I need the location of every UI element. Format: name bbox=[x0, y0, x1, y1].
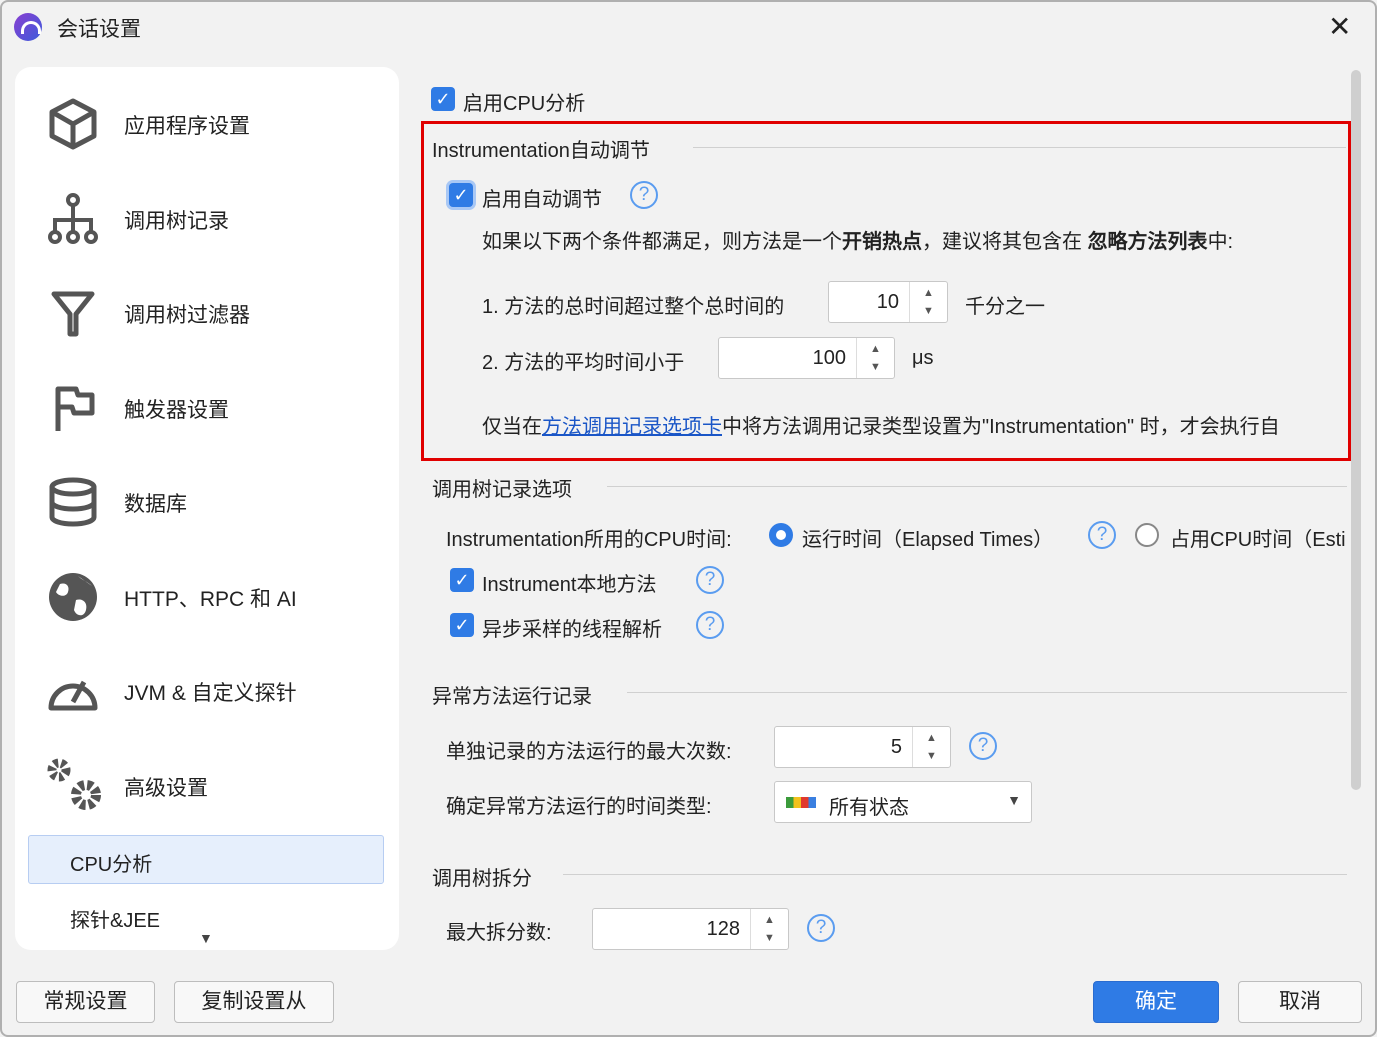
help-icon[interactable]: ? bbox=[696, 566, 724, 594]
condition-1-spinner[interactable]: 10 ▲ ▼ bbox=[828, 281, 948, 323]
sidebar-item-http-rpc-ai[interactable]: HTTP、RPC 和 AI bbox=[30, 556, 390, 636]
spinner-value: 10 bbox=[876, 291, 899, 313]
max-runs-spinner[interactable]: 5 ▲ ▼ bbox=[774, 726, 951, 768]
sidebar-subitem-label: CPU分析 bbox=[70, 854, 153, 876]
cube-icon bbox=[49, 98, 97, 150]
section-exception-methods: 异常方法运行记录 bbox=[432, 686, 592, 708]
help-icon[interactable]: ? bbox=[630, 181, 658, 209]
sidebar-item-jvm-probes[interactable]: JVM & 自定义探针 bbox=[30, 650, 390, 730]
section-auto-tuning: Instrumentation自动调节 bbox=[432, 140, 650, 162]
sidebar-item-advanced[interactable]: 高级设置 bbox=[30, 745, 390, 825]
sidebar-item-app-settings[interactable]: 应用程序设置 bbox=[30, 83, 390, 163]
sidebar-item-label: 调用树过滤器 bbox=[124, 304, 250, 327]
condition-2-label: 2. 方法的平均时间小于 bbox=[482, 352, 685, 374]
database-icon bbox=[49, 477, 97, 527]
divider bbox=[627, 692, 1347, 693]
time-type-label: 确定异常方法运行的时间类型: bbox=[446, 796, 712, 818]
max-splits-label: 最大拆分数: bbox=[446, 922, 552, 944]
cpu-time-radio-label: 占用CPU时间（Esti bbox=[1170, 529, 1346, 551]
max-runs-label: 单独记录的方法运行的最大次数: bbox=[446, 741, 732, 763]
spinner-value: 128 bbox=[706, 918, 740, 940]
close-icon[interactable]: ✕ bbox=[1328, 10, 1351, 43]
window-title: 会话设置 bbox=[57, 18, 141, 41]
desc-bold: 忽略方法列表 bbox=[1087, 231, 1208, 253]
max-splits-spinner[interactable]: 128 ▲ ▼ bbox=[592, 908, 789, 950]
filter-icon bbox=[51, 291, 95, 337]
spinner-arrows-icon[interactable]: ▲ ▼ bbox=[856, 338, 894, 378]
instrument-native-label: Instrument本地方法 bbox=[482, 574, 657, 596]
spinner-value: 5 bbox=[890, 736, 902, 758]
method-call-recording-link[interactable]: 方法调用记录选项卡 bbox=[542, 416, 722, 438]
section-call-tree-splitting: 调用树拆分 bbox=[432, 868, 532, 890]
sidebar-item-label: 数据库 bbox=[124, 493, 187, 516]
enable-auto-tuning-label: 启用自动调节 bbox=[482, 189, 602, 211]
sidebar-item-call-tree-recording[interactable]: 调用树记录 bbox=[30, 178, 390, 258]
sidebar-item-label: 高级设置 bbox=[124, 777, 208, 800]
async-sampling-checkbox[interactable]: ✓ bbox=[450, 613, 474, 637]
spinner-arrows-icon[interactable]: ▲ ▼ bbox=[750, 909, 788, 949]
condition-1-label: 1. 方法的总时间超过整个总时间的 bbox=[482, 296, 785, 318]
spinner-arrows-icon[interactable]: ▲ ▼ bbox=[909, 282, 947, 322]
instrument-native-checkbox[interactable]: ✓ bbox=[450, 568, 474, 592]
section-call-tree-options: 调用树记录选项 bbox=[432, 479, 572, 501]
desc-bold: 开销热点 bbox=[842, 231, 922, 253]
time-type-dropdown[interactable]: 所有状态 ▼ bbox=[774, 781, 1032, 823]
flag-icon bbox=[55, 386, 95, 431]
help-icon[interactable]: ? bbox=[696, 611, 724, 639]
auto-tuning-note: 仅当在方法调用记录选项卡中将方法调用记录类型设置为"Instrumentatio… bbox=[482, 410, 1346, 439]
enable-cpu-checkbox[interactable]: ✓ bbox=[431, 87, 455, 111]
sidebar-item-triggers[interactable]: 触发器设置 bbox=[30, 367, 390, 447]
app-logo-icon bbox=[14, 13, 42, 41]
status-colors-icon bbox=[786, 797, 816, 808]
copy-settings-button[interactable]: 复制设置从 bbox=[174, 981, 334, 1023]
desc-text: ，建议将其包含在 bbox=[922, 231, 1088, 253]
dropdown-value: 所有状态 bbox=[829, 797, 909, 819]
elapsed-times-label: 运行时间（Elapsed Times） bbox=[802, 529, 1054, 551]
sidebar-item-call-tree-filters[interactable]: 调用树过滤器 bbox=[30, 272, 390, 352]
spinner-value: 100 bbox=[812, 347, 846, 369]
elapsed-times-radio[interactable] bbox=[769, 523, 793, 547]
sidebar-item-label: HTTP、RPC 和 AI bbox=[124, 588, 297, 611]
help-icon[interactable]: ? bbox=[969, 732, 997, 760]
general-settings-button[interactable]: 常规设置 bbox=[16, 981, 155, 1023]
auto-tuning-description: 如果以下两个条件都满足，则方法是一个开销热点，建议将其包含在 忽略方法列表中: bbox=[482, 225, 1233, 254]
cancel-button[interactable]: 取消 bbox=[1238, 981, 1362, 1023]
tree-icon bbox=[48, 193, 98, 244]
sidebar-item-label: 触发器设置 bbox=[124, 399, 229, 422]
sidebar-item-label: JVM & 自定义探针 bbox=[124, 682, 297, 705]
cpu-time-radio[interactable] bbox=[1135, 523, 1159, 547]
divider bbox=[607, 486, 1347, 487]
desc-text: 中: bbox=[1207, 231, 1234, 253]
condition-2-spinner[interactable]: 100 ▲ ▼ bbox=[718, 337, 895, 379]
gauge-icon bbox=[48, 680, 98, 711]
spinner-arrows-icon[interactable]: ▲ ▼ bbox=[912, 727, 950, 767]
condition-2-unit: μs bbox=[912, 347, 934, 369]
desc-text: 如果以下两个条件都满足，则方法是一个 bbox=[482, 231, 842, 253]
vertical-scrollbar[interactable] bbox=[1351, 70, 1361, 790]
sidebar-item-label: 应用程序设置 bbox=[124, 115, 250, 138]
sidebar-item-label: 调用树记录 bbox=[124, 210, 229, 233]
chevron-down-icon: ▼ bbox=[1007, 792, 1021, 808]
divider bbox=[693, 147, 1346, 148]
scroll-down-icon[interactable]: ▼ bbox=[199, 930, 213, 946]
cpu-time-label: Instrumentation所用的CPU时间: bbox=[446, 529, 732, 551]
condition-1-unit: 千分之一 bbox=[965, 296, 1045, 318]
note-text: 中将方法调用记录类型设置为"Instrumentation" 时，才会执行自 bbox=[722, 416, 1280, 438]
sidebar-item-databases[interactable]: 数据库 bbox=[30, 461, 390, 541]
divider bbox=[563, 874, 1347, 875]
async-sampling-label: 异步采样的线程解析 bbox=[482, 619, 662, 641]
sidebar-subitem-probes-jee[interactable]: 探针&JEE bbox=[70, 904, 160, 933]
ok-button[interactable]: 确定 bbox=[1093, 981, 1219, 1023]
note-text: 仅当在 bbox=[482, 416, 542, 438]
gears-icon bbox=[47, 758, 101, 810]
enable-auto-tuning-checkbox[interactable]: ✓ bbox=[449, 183, 473, 207]
help-icon[interactable]: ? bbox=[807, 914, 835, 942]
sidebar-subitem-cpu-profiling[interactable]: CPU分析 bbox=[28, 835, 384, 884]
globe-icon bbox=[49, 573, 97, 621]
enable-cpu-label: 启用CPU分析 bbox=[463, 93, 586, 115]
help-icon[interactable]: ? bbox=[1088, 521, 1116, 549]
